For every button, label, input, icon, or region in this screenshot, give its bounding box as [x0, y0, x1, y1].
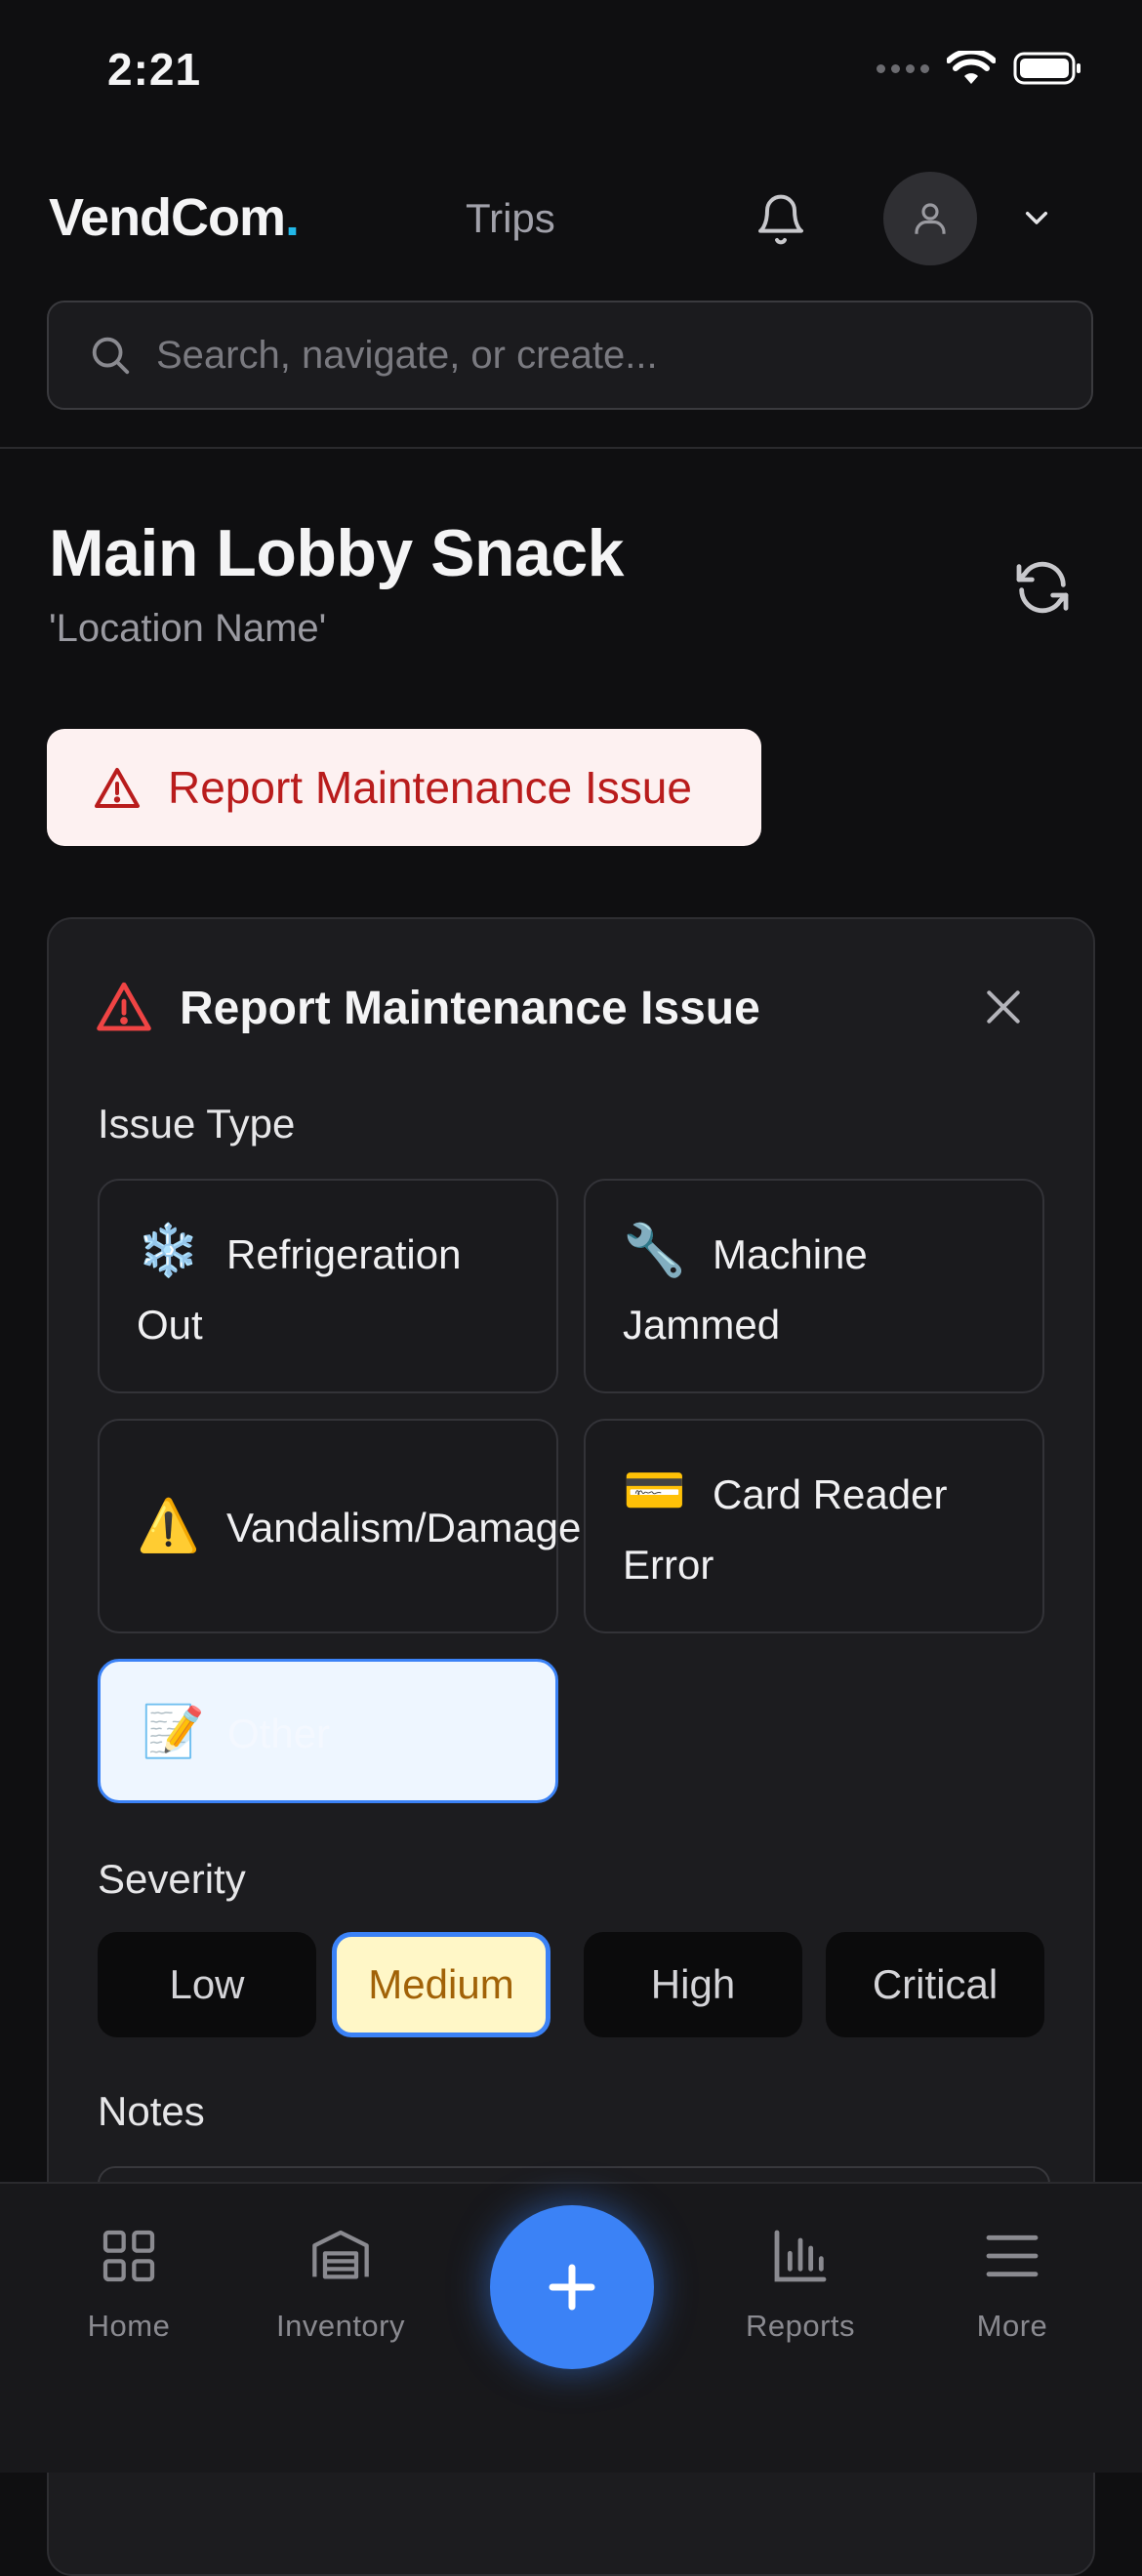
user-avatar[interactable]: [883, 172, 977, 265]
issue-type-label: Refrigeration Out: [137, 1231, 462, 1348]
issue-type-refrigeration-out[interactable]: ❄️ Refrigeration Out: [98, 1179, 558, 1393]
close-icon[interactable]: [982, 986, 1025, 1028]
wifi-icon: [947, 51, 996, 84]
notifications-bell-icon[interactable]: [754, 191, 808, 248]
report-maintenance-button-label: Report Maintenance Issue: [168, 762, 692, 813]
tab-reports-label: Reports: [745, 2309, 856, 2343]
header-divider: [0, 447, 1142, 449]
menu-icon: [986, 2234, 1039, 2277]
warehouse-icon: [312, 2230, 369, 2279]
severity-high-button[interactable]: High: [584, 1932, 802, 2037]
warning-triangle-icon: [96, 980, 152, 1032]
add-button[interactable]: [490, 2205, 654, 2369]
user-icon: [915, 203, 946, 234]
severity-low-button[interactable]: Low: [98, 1932, 316, 2037]
issue-type-label: Vandalism/Damage: [226, 1505, 582, 1550]
severity-critical-button[interactable]: Critical: [826, 1932, 1044, 2037]
plus-icon: [549, 2264, 595, 2311]
issue-type-card-reader-error[interactable]: 💳 Card Reader Error: [584, 1419, 1044, 1633]
issue-type-vandalism-damage[interactable]: ⚠️ Vandalism/Damage: [98, 1419, 581, 1633]
bar-chart-icon: [774, 2230, 827, 2282]
tab-home-label: Home: [87, 2309, 171, 2343]
memo-icon: 📝: [142, 1704, 205, 1760]
page-subtitle: 'Location Name': [49, 607, 327, 650]
warning-icon: ⚠️: [137, 1498, 200, 1554]
refresh-icon[interactable]: [1011, 556, 1074, 619]
tab-more-label: More: [976, 2309, 1048, 2343]
issue-type-label: Machine Jammed: [623, 1231, 868, 1348]
issue-type-label: Card Reader Error: [623, 1471, 948, 1588]
severity-medium-button[interactable]: Medium: [332, 1932, 551, 2037]
status-icons: [877, 51, 1083, 86]
tab-inventory-label: Inventory: [275, 2309, 405, 2343]
warning-triangle-icon: [95, 768, 140, 808]
search-bar[interactable]: Search, navigate, or create...: [47, 301, 1093, 410]
search-input[interactable]: Search, navigate, or create...: [156, 334, 658, 378]
issue-type-label: Issue Type: [98, 1101, 296, 1147]
panel-title: Report Maintenance Issue: [180, 983, 760, 1034]
tab-inventory[interactable]: Inventory: [243, 2225, 438, 2344]
tab-reports[interactable]: Reports: [703, 2225, 898, 2344]
report-maintenance-button[interactable]: Report Maintenance Issue: [47, 729, 761, 846]
page-title: Main Lobby Snack: [49, 516, 625, 590]
nav-trips-link[interactable]: Trips: [466, 195, 555, 242]
chevron-down-icon[interactable]: [1018, 203, 1055, 234]
search-icon: [92, 337, 130, 375]
issue-type-other[interactable]: 📝 Other: [98, 1659, 558, 1803]
signal-icon: [877, 63, 929, 73]
issue-type-label: Other: [227, 1711, 331, 1756]
notes-label: Notes: [98, 2088, 205, 2134]
severity-label: Severity: [98, 1856, 246, 1902]
grid-icon: [102, 2230, 155, 2282]
battery-icon: [1013, 52, 1081, 85]
app-logo[interactable]: VendCom.: [49, 187, 300, 248]
tab-home[interactable]: Home: [31, 2225, 226, 2344]
issue-type-machine-jammed[interactable]: 🔧 Machine Jammed: [584, 1179, 1044, 1393]
status-time: 2:21: [107, 44, 202, 95]
tab-more[interactable]: More: [915, 2225, 1110, 2344]
